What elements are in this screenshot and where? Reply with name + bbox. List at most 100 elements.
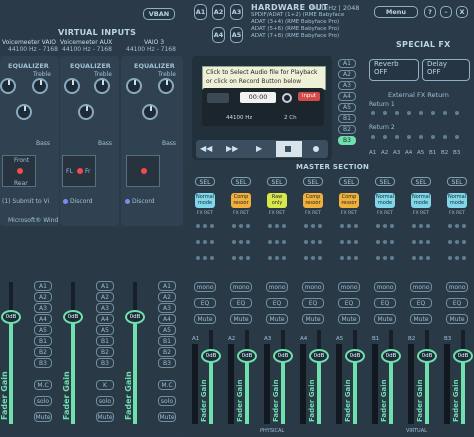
master-dot-c-2-2[interactable]: [239, 256, 243, 260]
master-fader-knob-7[interactable]: 0dB: [417, 349, 437, 363]
master-mono-2[interactable]: mono: [230, 282, 252, 292]
master-dot-c-8-3[interactable]: [462, 256, 466, 260]
return1-dot-4[interactable]: [407, 111, 411, 115]
strip2-bus-a5-button[interactable]: A5: [96, 325, 114, 335]
master-dot-b-5-2[interactable]: [347, 240, 351, 244]
master-fader-knob-6[interactable]: 0dB: [381, 349, 401, 363]
strip3-bus-b2-button[interactable]: B2: [158, 347, 176, 357]
master-dot-a-1-3[interactable]: [210, 224, 214, 228]
master-mono-5[interactable]: mono: [338, 282, 360, 292]
strip1-bus-b2-button[interactable]: B2: [34, 347, 52, 357]
master-dot-c-6-3[interactable]: [390, 256, 394, 260]
master-dot-a-1-2[interactable]: [203, 224, 207, 228]
master-dot-c-2-1[interactable]: [232, 256, 236, 260]
strip1-mc-button[interactable]: M.C: [34, 380, 52, 390]
strip2-bus-b2-button[interactable]: B2: [96, 347, 114, 357]
master-dot-b-8-1[interactable]: [448, 240, 452, 244]
pan-pad-3[interactable]: [126, 155, 160, 187]
master-dot-c-8-1[interactable]: [448, 256, 452, 260]
master-mono-1[interactable]: mono: [194, 282, 216, 292]
master-eq-3[interactable]: EQ: [266, 298, 288, 308]
master-fader-knob-5[interactable]: 0dB: [345, 349, 365, 363]
strip3-solo-button[interactable]: solo: [158, 396, 176, 406]
hw-a4-button[interactable]: A4: [212, 27, 225, 43]
master-dot-a-7-2[interactable]: [419, 224, 423, 228]
minimize-button[interactable]: –: [440, 6, 452, 18]
player-bus-a1-tag[interactable]: A1: [338, 59, 356, 68]
close-button[interactable]: X: [456, 6, 468, 18]
app-discord-label-2[interactable]: Discord: [70, 198, 93, 205]
master-dot-b-7-2[interactable]: [419, 240, 423, 244]
strip2-solo-button[interactable]: solo: [96, 396, 114, 406]
master-dot-c-6-2[interactable]: [383, 256, 387, 260]
master-dot-a-4-1[interactable]: [304, 224, 308, 228]
strip2-mute-button[interactable]: Mute: [96, 412, 114, 422]
player-bus-a3-tag[interactable]: A3: [338, 81, 356, 90]
master-mode-3[interactable]: Raw only: [267, 193, 287, 208]
master-dot-b-6-3[interactable]: [390, 240, 394, 244]
master-dot-b-5-1[interactable]: [340, 240, 344, 244]
master-dot-c-3-2[interactable]: [275, 256, 279, 260]
strip3-bus-a4-button[interactable]: A4: [158, 314, 176, 324]
master-mode-8[interactable]: Normal mode: [447, 193, 467, 208]
strip2-bus-b1-button[interactable]: B1: [96, 336, 114, 346]
master-fader-knob-4[interactable]: 0dB: [309, 349, 329, 363]
strip1-bus-a1-button[interactable]: A1: [34, 281, 52, 291]
master-mute-8[interactable]: Mute: [446, 314, 468, 324]
return2-dot-2[interactable]: [383, 135, 387, 139]
return1-dot-8[interactable]: [455, 111, 459, 115]
master-dot-b-3-2[interactable]: [275, 240, 279, 244]
return1-dot-2[interactable]: [383, 111, 387, 115]
player-bus-a5-tag[interactable]: A5: [338, 103, 356, 112]
master-dot-c-4-1[interactable]: [304, 256, 308, 260]
master-dot-a-4-3[interactable]: [318, 224, 322, 228]
return2-dot-5[interactable]: [419, 135, 423, 139]
master-dot-c-3-1[interactable]: [268, 256, 272, 260]
master-dot-b-8-3[interactable]: [462, 240, 466, 244]
eq-knob-3a[interactable]: [126, 78, 142, 94]
app-discord-label-3[interactable]: Discord: [132, 198, 155, 205]
master-dot-a-8-3[interactable]: [462, 224, 466, 228]
fast-forward-icon[interactable]: ▶▶: [226, 144, 238, 153]
pan-pad-2[interactable]: FL Fr: [62, 155, 96, 187]
eq-knob-1b[interactable]: [32, 78, 48, 94]
master-dot-b-4-2[interactable]: [311, 240, 315, 244]
hw-device-1[interactable]: SPDIF/ADAT (1+2) (RME Babyface: [251, 12, 344, 18]
master-dot-b-6-2[interactable]: [383, 240, 387, 244]
strip1-bus-b3-button[interactable]: B3: [34, 358, 52, 368]
fader-knob-2[interactable]: 0dB: [63, 310, 83, 324]
return2-dot-8[interactable]: [455, 135, 459, 139]
return1-dot-7[interactable]: [443, 111, 447, 115]
strip1-bus-b1-button[interactable]: B1: [34, 336, 52, 346]
master-mono-4[interactable]: mono: [302, 282, 324, 292]
master-dot-b-2-3[interactable]: [246, 240, 250, 244]
master-mono-7[interactable]: mono: [410, 282, 432, 292]
master-sel-6[interactable]: SEL: [375, 177, 395, 186]
master-dot-c-3-3[interactable]: [282, 256, 286, 260]
rewind-icon[interactable]: ◀◀: [200, 144, 212, 153]
master-dot-b-2-2[interactable]: [239, 240, 243, 244]
return1-dot-5[interactable]: [419, 111, 423, 115]
master-dot-c-1-1[interactable]: [196, 256, 200, 260]
hw-device-3[interactable]: ADAT (5+6) (RME Babyface Pro): [251, 26, 339, 32]
master-eq-8[interactable]: EQ: [446, 298, 468, 308]
master-dot-b-4-1[interactable]: [304, 240, 308, 244]
master-dot-a-2-3[interactable]: [246, 224, 250, 228]
master-dot-b-3-1[interactable]: [268, 240, 272, 244]
master-dot-a-8-1[interactable]: [448, 224, 452, 228]
master-dot-a-2-2[interactable]: [239, 224, 243, 228]
hw-a1-button[interactable]: A1: [194, 4, 207, 20]
player-prompt-box[interactable]: Click to Select Audio file for Playback …: [202, 66, 326, 90]
strip2-bus-a4-button[interactable]: A4: [96, 314, 114, 324]
master-mode-7[interactable]: Normal mode: [411, 193, 431, 208]
master-eq-4[interactable]: EQ: [302, 298, 324, 308]
strip1-bus-a4-button[interactable]: A4: [34, 314, 52, 324]
master-mode-4[interactable]: Comp ressor: [303, 193, 323, 208]
hw-a3-button[interactable]: A3: [230, 4, 243, 20]
return1-dot-1[interactable]: [371, 111, 375, 115]
master-dot-c-6-1[interactable]: [376, 256, 380, 260]
master-fader-knob-2[interactable]: 0dB: [237, 349, 257, 363]
master-dot-b-1-1[interactable]: [196, 240, 200, 244]
eq-knob-3c[interactable]: [142, 104, 158, 120]
hw-device-2[interactable]: ADAT (3+4) (RME Babyface Pro): [251, 19, 339, 25]
